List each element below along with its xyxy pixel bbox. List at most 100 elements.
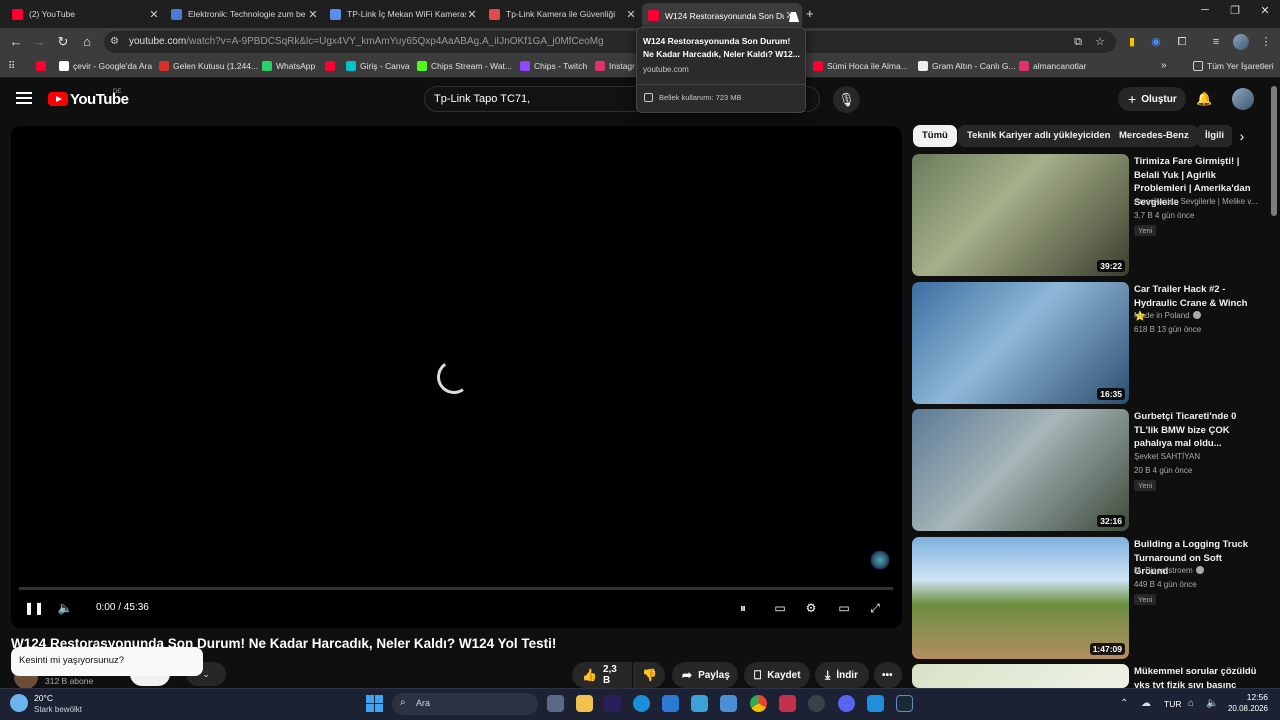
download-button[interactable]: ⤓ İndir [815,662,869,688]
browser-tab[interactable]: Elektronik: Technologie zum be ✕ [165,3,325,25]
steam-icon[interactable] [896,695,913,712]
bookmark-item[interactable]: Sümi Hoca ile Alma... [813,61,908,71]
video-thumbnail[interactable] [912,664,1129,688]
clock-time[interactable]: 12:56 [1228,692,1268,702]
input-language[interactable]: TUR [1164,699,1181,709]
outage-question-popup[interactable]: Kesinti mi yaşıyorsunuz? [11,647,203,676]
bookmark-item[interactable] [36,61,50,71]
tray-cloud-icon[interactable]: ☁ [1141,698,1151,709]
bookmark-item[interactable]: almancanotlar [1019,61,1086,71]
video-thumbnail[interactable]: 1:47:09 [912,537,1129,659]
volume-icon[interactable]: 🔈 [57,600,73,616]
notifications-bell-icon[interactable]: 🔔 [1196,91,1212,107]
progress-bar[interactable] [19,587,893,590]
browser-tab[interactable]: (2) YouTube ✕ [6,3,166,25]
chevron-right-icon[interactable]: › [1232,126,1252,146]
forward-button[interactable]: → [31,34,47,50]
video-thumbnail[interactable]: 32:16 [912,409,1129,531]
discord-icon[interactable] [838,695,855,712]
app-icon[interactable] [779,695,796,712]
new-tab-button[interactable]: + [806,6,814,21]
close-window-button[interactable]: ✕ [1250,4,1280,17]
subtitles-icon[interactable]: ▭ [771,600,789,616]
bookmark-item[interactable]: Giriş - Canva [346,61,410,71]
url-text[interactable]: youtube.com/watch?v=A-9PBDCSqRk&lc=Ugx4V… [129,36,604,47]
more-actions-button[interactable]: ••• [874,662,902,688]
back-button[interactable]: ← [8,34,24,50]
taskbar-search-box[interactable] [392,693,538,715]
extension-audio-icon[interactable]: ◉ [1148,34,1164,50]
share-button[interactable]: ➦ Paylaş [672,662,738,688]
site-info-icon[interactable]: ⚙ [110,36,119,47]
recommendation-channel[interactable]: Şevket SAHTİYAN [1134,452,1258,461]
video-thumbnail[interactable]: 39:22 [912,154,1129,276]
profile-avatar[interactable] [1233,34,1249,50]
browser-tab[interactable]: W124 Restorasyonunda Son Du ✕ [642,3,802,28]
system-app-icon[interactable] [808,695,825,712]
bookmark-item[interactable]: Gram Altın - Canlı G... [918,61,1016,71]
filter-chip[interactable]: Mercedes-Benz [1110,125,1198,147]
bookmark-star-icon[interactable]: ☆ [1092,34,1108,50]
create-button[interactable]: + Oluştur [1118,87,1186,111]
pause-button[interactable]: ❚❚ [24,600,44,616]
settings-gear-icon[interactable]: ⚙ [803,600,819,616]
youtube-logo-icon[interactable] [48,92,68,106]
bookmark-item[interactable]: Chips Stream - Wat... [417,61,512,71]
tab-search-icon[interactable]: ≡ [1208,34,1224,50]
bookmark-item[interactable]: çevir - Google'da Ara [59,61,152,71]
weather-cloud-icon[interactable] [10,694,28,712]
bookmark-item[interactable]: Instagr [595,61,635,71]
bookmark-item[interactable]: Chips - Twitch [520,61,587,71]
install-app-icon[interactable]: ⧉ [1070,34,1086,50]
tray-overflow-icon[interactable]: ⌃ [1120,698,1128,709]
weather-temperature[interactable]: 20°C [34,693,53,703]
clock-date[interactable]: 20.08.2026 [1218,704,1268,713]
apps-grid-icon[interactable]: ⠿ [8,61,15,72]
bookmark-item[interactable] [325,61,339,71]
channel-watermark-icon[interactable] [870,550,890,570]
browser-tab[interactable]: Tp-Link Kamera ile Güvenliği ✕ [483,3,643,25]
home-button[interactable]: ⌂ [79,34,95,50]
bookmarks-overflow-icon[interactable]: » [1161,60,1167,71]
like-button[interactable]: 👍 2,3 B [572,662,632,688]
tab-close-icon[interactable]: ✕ [466,8,478,21]
extensions-puzzle-icon[interactable]: ⧠ [1174,34,1190,50]
recommendation-channel[interactable]: M. Bjoernstroem [1134,566,1258,575]
filter-chip[interactable]: Teknik Kariyer adlı yükleyiciden [958,125,1120,147]
extension-icon[interactable]: ▮ [1124,34,1140,50]
guide-menu-button[interactable] [16,92,32,106]
page-scrollbar[interactable] [1271,86,1277,216]
save-button[interactable]: ⎕ Kaydet [744,662,810,688]
photos-icon[interactable] [691,695,708,712]
minimize-window-button[interactable]: ─ [1190,4,1220,16]
task-view-icon[interactable] [547,695,564,712]
theater-mode-icon[interactable]: ▭ [835,600,853,616]
tab-close-icon[interactable]: ✕ [307,8,319,21]
network-icon[interactable]: ⌂ [1188,698,1194,709]
voice-search-button[interactable]: 🎙 [833,86,860,113]
video-thumbnail[interactable]: 16:35 [912,282,1129,404]
recommendation-title[interactable]: Gurbetçi Ticareti'nde 0 TL'lik BMW bize … [1134,410,1258,451]
tab-close-icon[interactable]: ✕ [148,8,160,21]
dislike-button[interactable]: 👎 [633,662,665,688]
fullscreen-icon[interactable]: ⤢ [867,600,883,616]
weather-description[interactable]: Stark bewölkt [34,705,82,714]
filter-chip[interactable]: İlgili [1196,125,1233,147]
store-icon[interactable] [662,695,679,712]
edge-icon[interactable] [633,695,650,712]
bookmark-item[interactable]: WhatsApp [262,61,315,71]
chrome-icon[interactable] [750,695,767,712]
volume-tray-icon[interactable]: 🔈 [1206,698,1218,709]
file-explorer-icon[interactable] [576,695,593,712]
premiere-pro-icon[interactable] [604,695,621,712]
bookmark-item[interactable]: Gelen Kutusu (1.244... [159,61,258,71]
reload-button[interactable]: ↻ [55,34,71,50]
all-bookmarks-button[interactable]: Tüm Yer İşaretleri [1193,61,1274,71]
account-avatar[interactable] [1232,88,1254,110]
browser-menu-icon[interactable]: ⋮ [1258,34,1274,50]
browser-tab[interactable]: TP-Link İç Mekan WiFi Kameras ✕ [324,3,484,25]
app-window-icon[interactable] [720,695,737,712]
filter-chip[interactable]: Tümü [913,125,957,147]
recommendation-channel[interactable]: Made in Poland [1134,311,1258,320]
recommendation-channel[interactable]: Amerika'dan Sevgilerle | Melike v... [1134,197,1258,206]
